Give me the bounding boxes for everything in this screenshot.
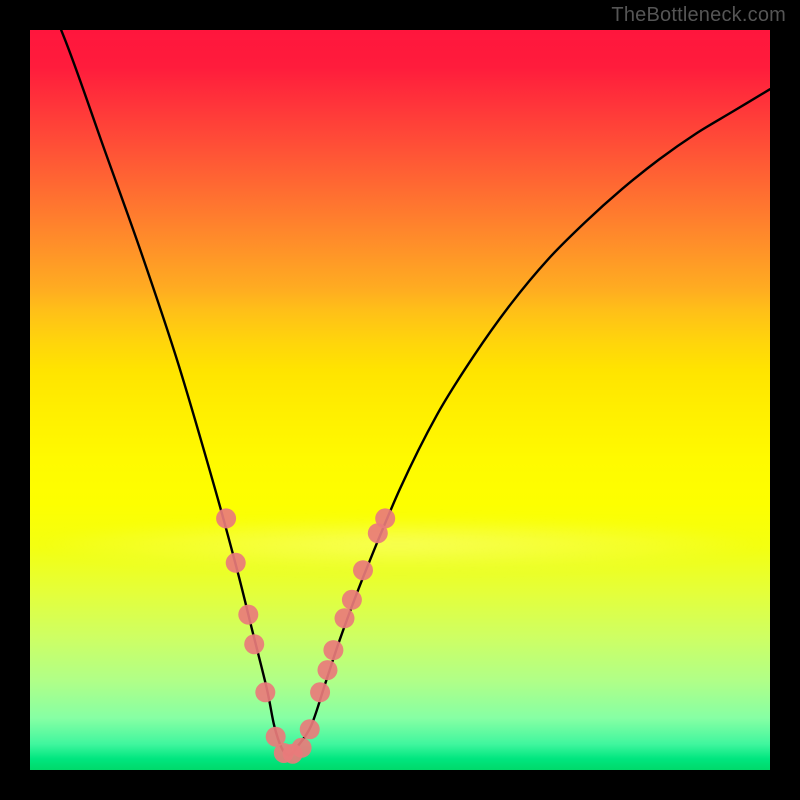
marker-dot [335, 608, 355, 628]
bottleneck-curve [30, 30, 770, 755]
marker-dot [310, 682, 330, 702]
watermark-text: TheBottleneck.com [611, 4, 786, 27]
chart-svg [30, 30, 770, 770]
marker-dot [238, 605, 258, 625]
marker-dot [300, 719, 320, 739]
marker-dot [292, 738, 312, 758]
marker-dot [216, 508, 236, 528]
chart-frame: TheBottleneck.com [0, 0, 800, 800]
marker-dot [342, 590, 362, 610]
marker-dot [353, 560, 373, 580]
marker-dot [323, 640, 343, 660]
plot-area [30, 30, 770, 770]
curve-line [30, 30, 770, 755]
highlighted-points [216, 508, 395, 763]
marker-dot [244, 634, 264, 654]
marker-dot [226, 553, 246, 573]
marker-dot [375, 508, 395, 528]
marker-dot [317, 660, 337, 680]
marker-dot [255, 682, 275, 702]
